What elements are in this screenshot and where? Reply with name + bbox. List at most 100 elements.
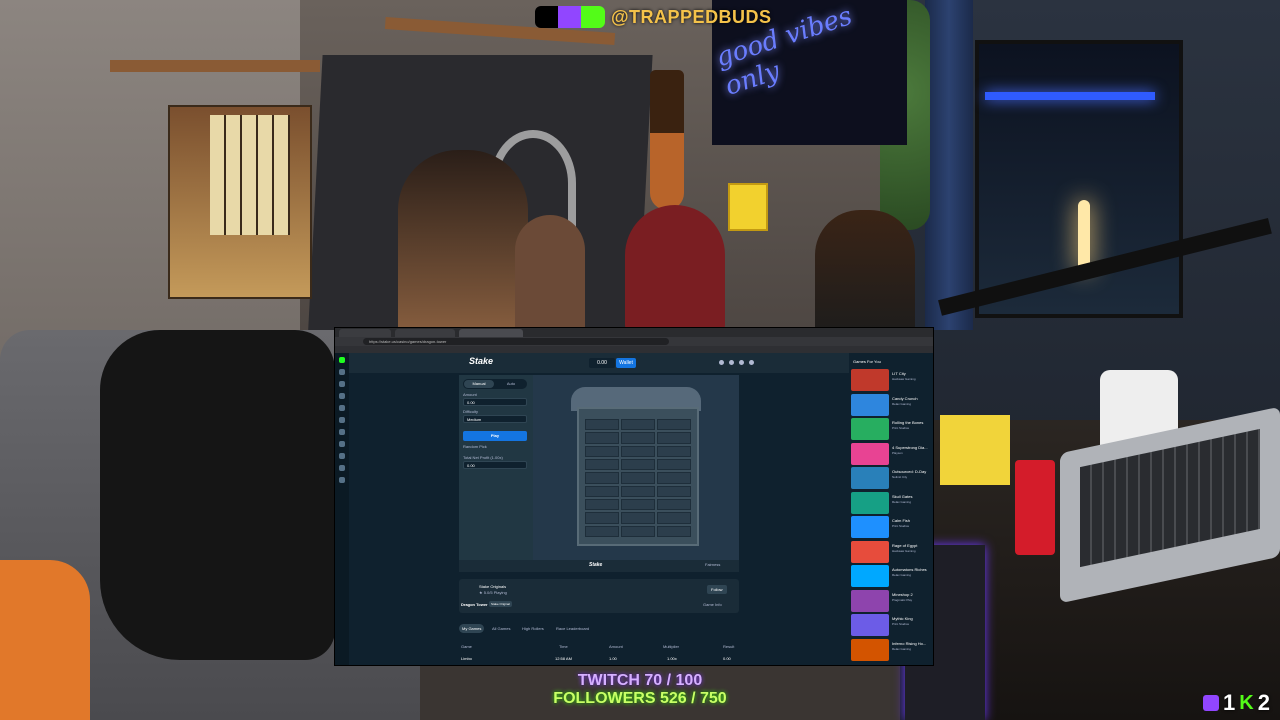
tower-tile[interactable]: [585, 419, 619, 431]
game-info-card: Stake Originals ★ 5.0/5 Playing Follow D…: [459, 579, 739, 613]
tower-tile[interactable]: [621, 419, 655, 431]
tower-tile[interactable]: [621, 458, 655, 471]
sidebar-game-item[interactable]: LIT City Hacksaw Gaming: [851, 369, 931, 392]
notifications-icon[interactable]: [739, 360, 744, 365]
person-left: [398, 150, 528, 340]
sidebar-game-item[interactable]: Rolling the Bones Print Studios: [851, 418, 931, 441]
tab-race-leaderboard[interactable]: Race Leaderboard: [553, 624, 592, 633]
tower-tile[interactable]: [657, 472, 691, 484]
play-button[interactable]: Play: [463, 431, 527, 441]
tab-high-rollers[interactable]: High Rollers: [519, 624, 547, 633]
random-pick-button[interactable]: Random Pick: [463, 444, 487, 449]
tower-tile[interactable]: [585, 472, 619, 484]
amount-input[interactable]: 0.00: [463, 398, 527, 406]
cell-time: 12:58 AM: [555, 656, 572, 661]
tower-tile[interactable]: [657, 512, 691, 524]
tower-tile[interactable]: [657, 432, 691, 444]
game-name: Outsourced: D-Day: [892, 469, 927, 474]
fairness-button[interactable]: Fairness: [705, 562, 720, 567]
provider-title[interactable]: Stake Originals: [479, 584, 506, 589]
nav-icon[interactable]: [339, 429, 345, 435]
game-thumbnail: [851, 418, 889, 440]
game-thumbnail: [851, 589, 889, 612]
bet-controls: Manual Auto Amount 0.00 Difficulty Mediu…: [459, 375, 531, 560]
blue-led-strip: [985, 92, 1155, 100]
tower-tile[interactable]: [621, 445, 655, 457]
tower-tile[interactable]: [657, 445, 691, 457]
tower-tile[interactable]: [621, 512, 655, 524]
sidebar-game-item[interactable]: Candy Crunch Relax Gaming: [851, 393, 931, 417]
col-game: Game: [461, 644, 472, 649]
difficulty-select[interactable]: Medium: [463, 415, 527, 423]
stream-goals: TWITCH 70 / 100 FOLLOWERS 526 / 750: [540, 672, 740, 708]
tower-tile[interactable]: [621, 485, 655, 497]
search-icon[interactable]: [719, 360, 724, 365]
browser-tab-active[interactable]: [459, 329, 523, 337]
nav-icon[interactable]: [339, 381, 345, 387]
tower-tile[interactable]: [657, 498, 691, 511]
tower-tile[interactable]: [657, 458, 691, 471]
sidebar-game-item[interactable]: Mineshop 2 Pragmatic Play: [851, 589, 931, 613]
nav-icon[interactable]: [339, 405, 345, 411]
sidebar-game-item[interactable]: 4 Superstrong Dia... Playson: [851, 442, 931, 466]
tower-tile[interactable]: [585, 432, 619, 444]
game-provider: Relax Gaming: [892, 499, 912, 504]
cell-result: 0.00: [723, 656, 731, 661]
game-thumbnail: [851, 614, 889, 636]
tab-all-games[interactable]: All Games: [489, 624, 513, 633]
balance-display[interactable]: 0.00: [589, 358, 615, 368]
table-row[interactable]: Limbo 12:58 AM 1.00 1.00x 0.00: [459, 656, 739, 664]
tower-tile[interactable]: [585, 498, 619, 511]
tower-tile[interactable]: [621, 498, 655, 511]
bets-table-header: Game Time Amount Multiplier Result: [459, 644, 739, 652]
nav-casino-icon[interactable]: [339, 357, 345, 363]
difficulty-label: Difficulty: [463, 409, 479, 414]
tower-tile[interactable]: [621, 432, 655, 444]
sidebar-game-item[interactable]: Inferno Rising Ho... Relax Gaming: [851, 638, 931, 662]
game-thumbnail: [851, 467, 889, 489]
tower-tile[interactable]: [621, 525, 655, 537]
user-icon[interactable]: [729, 360, 734, 365]
person-right: [815, 210, 915, 340]
wallet-button[interactable]: Wallet: [616, 358, 636, 368]
tab-auto[interactable]: Auto: [496, 380, 526, 388]
tower-tile[interactable]: [585, 525, 619, 537]
sidebar-game-item[interactable]: Mythic King Print Studios: [851, 614, 931, 637]
sidebar-game-item[interactable]: Outsourced: D-Day Nolimit City: [851, 467, 931, 490]
tower-tile[interactable]: [585, 512, 619, 524]
sidebar-game-item[interactable]: Skull Gates Relax Gaming: [851, 491, 931, 515]
twitch-viewer-count: 1: [1223, 690, 1236, 715]
nav-icon[interactable]: [339, 477, 345, 483]
tower-tile[interactable]: [657, 525, 691, 537]
browser-tab[interactable]: [339, 329, 391, 337]
follow-button[interactable]: Follow: [707, 585, 727, 594]
social-header: @TRAPPEDBUDS: [535, 4, 772, 30]
tower-tile[interactable]: [657, 485, 691, 497]
url-field[interactable]: https://stake.us/casino/games/dragon-tow…: [363, 338, 669, 345]
nav-icon[interactable]: [339, 369, 345, 375]
chat-icon[interactable]: [749, 360, 754, 365]
game-thumbnail: [851, 369, 889, 391]
browser-tab[interactable]: [395, 329, 455, 337]
stake-logo[interactable]: Stake: [469, 356, 493, 366]
game-info-link[interactable]: Game Info: [703, 602, 722, 607]
tower-tile[interactable]: [585, 485, 619, 497]
tower-tile[interactable]: [621, 472, 655, 484]
nav-icon[interactable]: [339, 393, 345, 399]
nav-icon[interactable]: [339, 465, 345, 471]
tower-tile[interactable]: [585, 445, 619, 457]
game-provider: Hacksaw Gaming: [892, 377, 916, 381]
tower-tile[interactable]: [585, 458, 619, 471]
nav-icon[interactable]: [339, 453, 345, 459]
nav-icon[interactable]: [339, 417, 345, 423]
sidebar-game-item[interactable]: Automatons Riches Relax Gaming: [851, 565, 931, 588]
tab-manual[interactable]: Manual: [464, 380, 494, 388]
sidebar-game-item[interactable]: Calm Fish Print Studios: [851, 516, 931, 539]
game-name: Inferno Rising Ho...: [892, 640, 927, 646]
lamp: [1078, 200, 1090, 272]
tower-tile[interactable]: [657, 419, 691, 431]
nav-icon[interactable]: [339, 441, 345, 447]
bookmarks-bar: [335, 346, 933, 353]
sidebar-game-item[interactable]: Rage of Egypt Hacksaw Gaming: [851, 540, 931, 564]
tab-my-games[interactable]: My Games: [459, 624, 485, 633]
